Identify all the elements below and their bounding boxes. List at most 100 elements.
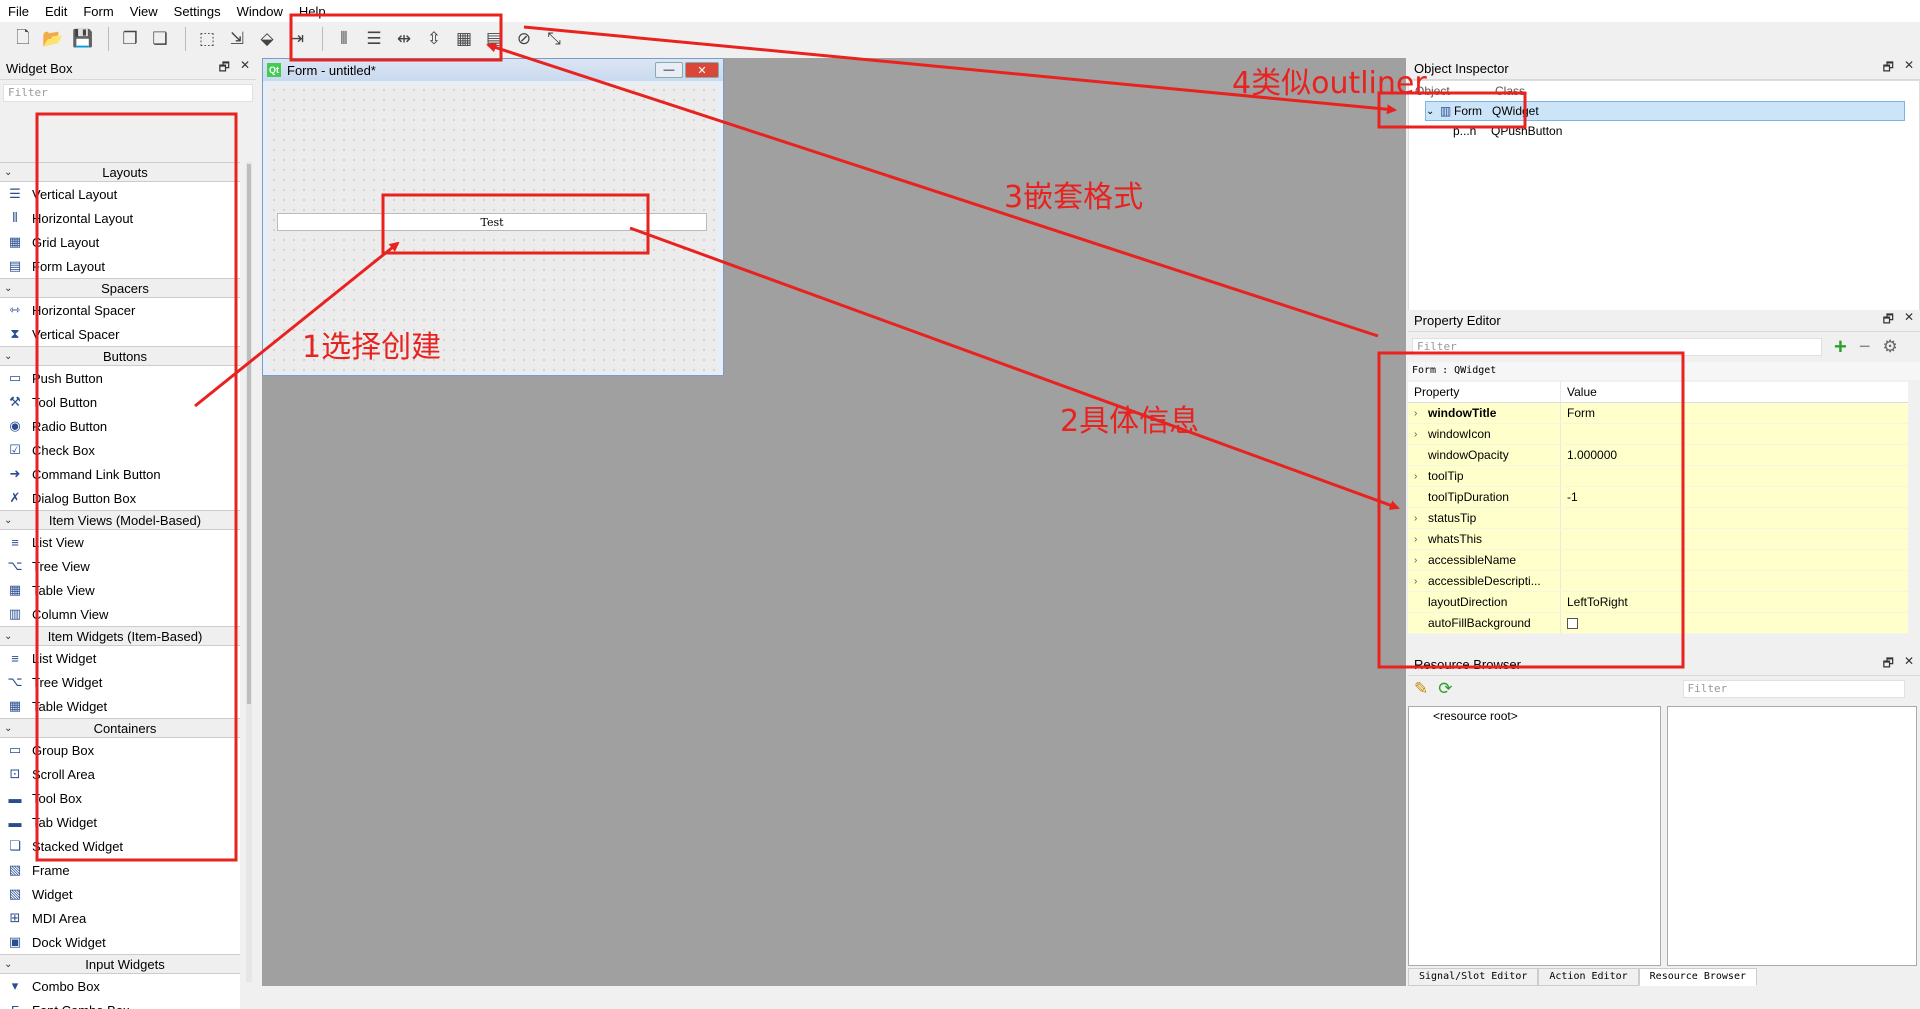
close-icon[interactable]: ✕ [1904, 58, 1914, 79]
category-header[interactable]: ⌄ Buttons [0, 346, 240, 366]
chevron-down-icon[interactable]: ⌄ [4, 959, 12, 970]
widget-item[interactable]: ▤ Form Layout [0, 254, 240, 278]
category-header[interactable]: ⌄ Spacers [0, 278, 240, 298]
property-row[interactable]: › statusTip [1408, 508, 1908, 529]
layout-form-icon[interactable]: ▤ [481, 26, 507, 52]
layout-vertical-icon[interactable]: ☰ [361, 26, 387, 52]
scrollbar-thumb[interactable] [247, 164, 251, 704]
float-icon[interactable]: 🗗 [219, 58, 230, 79]
expand-arrow-icon[interactable]: › [1414, 471, 1428, 482]
close-icon[interactable]: ✕ [685, 62, 719, 78]
remove-icon[interactable]: − [1859, 336, 1871, 359]
widget-item[interactable]: ⌥ Tree Widget [0, 670, 240, 694]
expand-arrow-icon[interactable]: › [1414, 534, 1428, 545]
widget-item[interactable]: ▭ Push Button [0, 366, 240, 390]
close-icon[interactable]: ✕ [1904, 310, 1914, 331]
property-row[interactable]: › accessibleName [1408, 550, 1908, 571]
widget-item[interactable]: ➜ Command Link Button [0, 462, 240, 486]
widget-item[interactable]: F Font Combo Box [0, 998, 240, 1009]
value-cell[interactable]: Form [1561, 406, 1595, 420]
edit-resources-icon[interactable]: ✎ [1414, 679, 1428, 699]
widget-item[interactable]: ▾ Combo Box [0, 974, 240, 998]
reload-icon[interactable]: ⟳ [1438, 679, 1452, 699]
chevron-down-icon[interactable]: ⌄ [4, 351, 12, 362]
tab-resource-browser[interactable]: Resource Browser [1638, 968, 1757, 986]
category-header[interactable]: ⌄ Item Views (Model-Based) [0, 510, 240, 530]
tree-row-pushbutton[interactable]: p...n QPushButton [1453, 121, 1903, 141]
adjust-size-icon[interactable]: ⤡ [541, 26, 567, 52]
widget-item[interactable]: ⫴ Horizontal Layout [0, 206, 240, 230]
new-file-icon[interactable]: 🗋 [10, 26, 36, 52]
resource-root-item[interactable]: <resource root> [1409, 707, 1660, 723]
layout-horizontal-splitter-icon[interactable]: ⇹ [391, 26, 417, 52]
expand-arrow-icon[interactable]: › [1414, 408, 1428, 419]
category-header[interactable]: ⌄ Input Widgets [0, 954, 240, 974]
category-header[interactable]: ⌄ Layouts [0, 162, 240, 182]
widget-item[interactable]: ☰ Vertical Layout [0, 182, 240, 206]
checkbox[interactable] [1567, 618, 1578, 630]
value-cell[interactable]: -1 [1561, 490, 1578, 504]
property-row[interactable]: › toolTip [1408, 466, 1908, 487]
edit-signals-slots-icon[interactable]: ⇲ [224, 26, 250, 52]
tab-signal-slot-editor[interactable]: Signal/Slot Editor [1408, 968, 1539, 986]
menu-view[interactable]: View [122, 4, 166, 19]
widget-item[interactable]: ≡ List View [0, 530, 240, 554]
menu-help[interactable]: Help [291, 4, 334, 19]
property-row[interactable]: › whatsThis [1408, 529, 1908, 550]
float-icon[interactable]: 🗗 [1883, 310, 1894, 331]
widget-item[interactable]: ⚒ Tool Button [0, 390, 240, 414]
object-inspector-scrollbar[interactable] [1909, 121, 1917, 337]
widget-item[interactable]: ▧ Frame [0, 858, 240, 882]
property-filter-input[interactable]: Filter [1412, 338, 1822, 356]
widget-item[interactable]: ▭ Group Box [0, 738, 240, 762]
property-row[interactable]: › windowTitle Form [1408, 403, 1908, 424]
form-titlebar[interactable]: Qt Form - untitled* — ✕ [263, 59, 723, 81]
save-icon[interactable]: 💾 [70, 26, 96, 52]
widget-item[interactable]: ▣ Dock Widget [0, 930, 240, 954]
widget-item[interactable]: ⧗ Vertical Spacer [0, 322, 240, 346]
widget-box-filter-input[interactable]: Filter [3, 84, 253, 102]
menu-window[interactable]: Window [229, 4, 291, 19]
widget-item[interactable]: ⇿ Horizontal Spacer [0, 298, 240, 322]
widget-item[interactable]: ▦ Grid Layout [0, 230, 240, 254]
widget-item[interactable]: ▥ Column View [0, 602, 240, 626]
expand-arrow-icon[interactable]: › [1414, 429, 1428, 440]
send-to-back-icon[interactable]: ❏ [147, 26, 173, 52]
widget-item[interactable]: ⌥ Tree View [0, 554, 240, 578]
tree-row-form[interactable]: ⌄ ▥ Form QWidget [1425, 101, 1905, 121]
category-header[interactable]: ⌄ Containers [0, 718, 240, 738]
value-cell[interactable]: LeftToRight [1561, 595, 1628, 609]
property-row[interactable]: autoFillBackground [1408, 613, 1908, 634]
chevron-down-icon[interactable]: ⌄ [4, 723, 12, 734]
widget-item[interactable]: ◉ Radio Button [0, 414, 240, 438]
tab-action-editor[interactable]: Action Editor [1538, 968, 1639, 986]
value-cell[interactable]: 1.000000 [1561, 448, 1617, 462]
widget-item[interactable]: ▦ Table View [0, 578, 240, 602]
property-row[interactable]: windowOpacity 1.000000 [1408, 445, 1908, 466]
chevron-down-icon[interactable]: ⌄ [4, 167, 12, 178]
category-header[interactable]: ⌄ Item Widgets (Item-Based) [0, 626, 240, 646]
widget-item[interactable]: ⊞ MDI Area [0, 906, 240, 930]
close-icon[interactable]: ✕ [1904, 654, 1914, 675]
chevron-down-icon[interactable]: ⌄ [4, 631, 12, 642]
menu-form[interactable]: Form [75, 4, 121, 19]
menu-settings[interactable]: Settings [166, 4, 229, 19]
float-icon[interactable]: 🗗 [1883, 654, 1894, 675]
expand-arrow-icon[interactable]: › [1414, 576, 1428, 587]
widget-item[interactable]: ▧ Widget [0, 882, 240, 906]
float-icon[interactable]: 🗗 [1883, 58, 1894, 79]
expand-arrow-icon[interactable]: › [1414, 513, 1428, 524]
widget-item[interactable]: ▦ Table Widget [0, 694, 240, 718]
chevron-down-icon[interactable]: ⌄ [4, 283, 12, 294]
break-layout-icon[interactable]: ⊘ [511, 26, 537, 52]
property-row[interactable]: layoutDirection LeftToRight [1408, 592, 1908, 613]
layout-horizontal-icon[interactable]: ⫴ [331, 26, 357, 52]
widget-item[interactable]: ⊡ Scroll Area [0, 762, 240, 786]
widget-item[interactable]: ✗ Dialog Button Box [0, 486, 240, 510]
widget-item[interactable]: ≡ List Widget [0, 646, 240, 670]
widget-box-scrollbar[interactable] [246, 162, 252, 982]
open-file-icon[interactable]: 📂 [40, 26, 66, 52]
layout-grid-icon[interactable]: ▦ [451, 26, 477, 52]
menu-file[interactable]: File [0, 4, 37, 19]
edit-buddies-icon[interactable]: ⬙ [254, 26, 280, 52]
